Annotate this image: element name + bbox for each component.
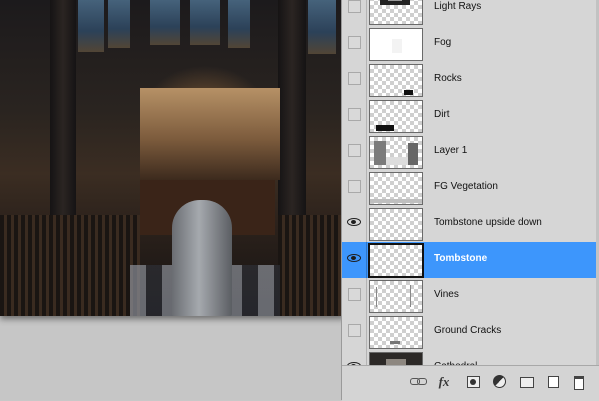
thumbnail-content <box>370 199 422 203</box>
layer-row[interactable]: Layer 1 <box>342 134 599 171</box>
layer-style-fx-icon[interactable]: fx <box>436 375 452 389</box>
layer-thumbnail[interactable] <box>369 136 423 169</box>
layer-thumbnail[interactable] <box>369 172 423 205</box>
eye-icon <box>347 218 361 226</box>
hidden-visibility-box <box>348 144 361 157</box>
visibility-toggle[interactable] <box>342 134 367 170</box>
layer-row[interactable]: Ground Cracks <box>342 314 599 351</box>
thumbnail-content <box>376 287 377 307</box>
layer-row[interactable]: Vines <box>342 278 599 315</box>
document-canvas-area[interactable] <box>0 0 345 400</box>
link-layers-icon[interactable] <box>409 375 427 389</box>
layer-thumbnail[interactable] <box>369 280 423 313</box>
altar-retable <box>140 88 280 180</box>
hidden-visibility-box <box>348 180 361 193</box>
layer-row[interactable]: FG Vegetation <box>342 170 599 207</box>
pews-right <box>278 215 345 316</box>
visibility-toggle[interactable] <box>342 242 367 278</box>
folder-icon[interactable] <box>519 375 535 389</box>
layer-row[interactable]: Rocks <box>342 62 599 99</box>
layer-row[interactable]: Fog <box>342 26 599 63</box>
thumbnail-content <box>392 39 402 53</box>
layer-name[interactable]: Tombstone upside down <box>434 217 542 228</box>
new-layer-icon[interactable] <box>545 375 561 389</box>
hidden-visibility-box <box>348 0 361 13</box>
thumbnail-content <box>410 285 411 307</box>
thumbnail-content <box>376 125 394 131</box>
hidden-visibility-box <box>348 108 361 121</box>
layer-name[interactable]: Fog <box>434 37 451 48</box>
stained-glass-window <box>308 0 336 54</box>
layer-name[interactable]: Light Rays <box>434 1 481 12</box>
layer-thumbnail[interactable] <box>369 100 423 133</box>
stained-glass-window <box>150 0 180 45</box>
trash-icon[interactable] <box>571 375 587 390</box>
layer-row[interactable]: Tombstone <box>342 242 599 279</box>
thumbnail-content <box>390 341 400 344</box>
thumbnail-content <box>374 141 386 165</box>
eye-icon <box>347 254 361 262</box>
layer-name[interactable]: Vines <box>434 289 459 300</box>
thumbnail-content <box>386 157 408 165</box>
layer-thumbnail[interactable] <box>369 0 423 25</box>
layer-name[interactable]: Ground Cracks <box>434 325 501 336</box>
layer-name[interactable]: Layer 1 <box>434 145 467 156</box>
thumbnail-content <box>404 90 413 95</box>
layer-thumbnail[interactable] <box>369 28 423 61</box>
thumbnail-content <box>388 0 402 1</box>
thumbnail-content <box>408 143 418 165</box>
layers-panel-footer: fx <box>342 365 599 401</box>
stained-glass-window <box>190 0 220 45</box>
visibility-toggle[interactable] <box>342 206 367 242</box>
adjustment-layer-icon[interactable] <box>491 375 507 389</box>
hidden-visibility-box <box>348 72 361 85</box>
layer-name[interactable]: Dirt <box>434 109 450 120</box>
hidden-visibility-box <box>348 288 361 301</box>
visibility-toggle[interactable] <box>342 314 367 350</box>
tombstone <box>172 200 232 316</box>
layer-row[interactable]: Tombstone upside down <box>342 206 599 243</box>
layer-thumbnail[interactable] <box>368 243 424 278</box>
cathedral-artwork[interactable] <box>0 0 345 316</box>
layer-thumbnail[interactable] <box>369 208 423 241</box>
layer-row[interactable]: Light Rays <box>342 0 599 27</box>
add-mask-icon[interactable] <box>465 375 481 389</box>
stained-glass-window <box>228 0 250 48</box>
layer-name[interactable]: FG Vegetation <box>434 181 498 192</box>
visibility-toggle[interactable] <box>342 170 367 206</box>
layers-panel: Light Rays Fog Rocks Dirt Layer 1 FG Vegetati… <box>341 0 599 401</box>
visibility-toggle[interactable] <box>342 278 367 314</box>
layer-thumbnail[interactable] <box>369 316 423 349</box>
visibility-toggle[interactable] <box>342 98 367 134</box>
layer-name[interactable]: Tombstone <box>434 253 487 264</box>
hidden-visibility-box <box>348 324 361 337</box>
layer-thumbnail[interactable] <box>369 64 423 97</box>
stained-glass-window <box>108 0 130 48</box>
hidden-visibility-box <box>348 36 361 49</box>
layer-row[interactable]: Dirt <box>342 98 599 135</box>
layer-name[interactable]: Rocks <box>434 73 462 84</box>
visibility-toggle[interactable] <box>342 0 367 26</box>
stained-glass-window <box>78 0 104 52</box>
visibility-toggle[interactable] <box>342 62 367 98</box>
pews-left <box>0 215 140 316</box>
visibility-toggle[interactable] <box>342 26 367 62</box>
